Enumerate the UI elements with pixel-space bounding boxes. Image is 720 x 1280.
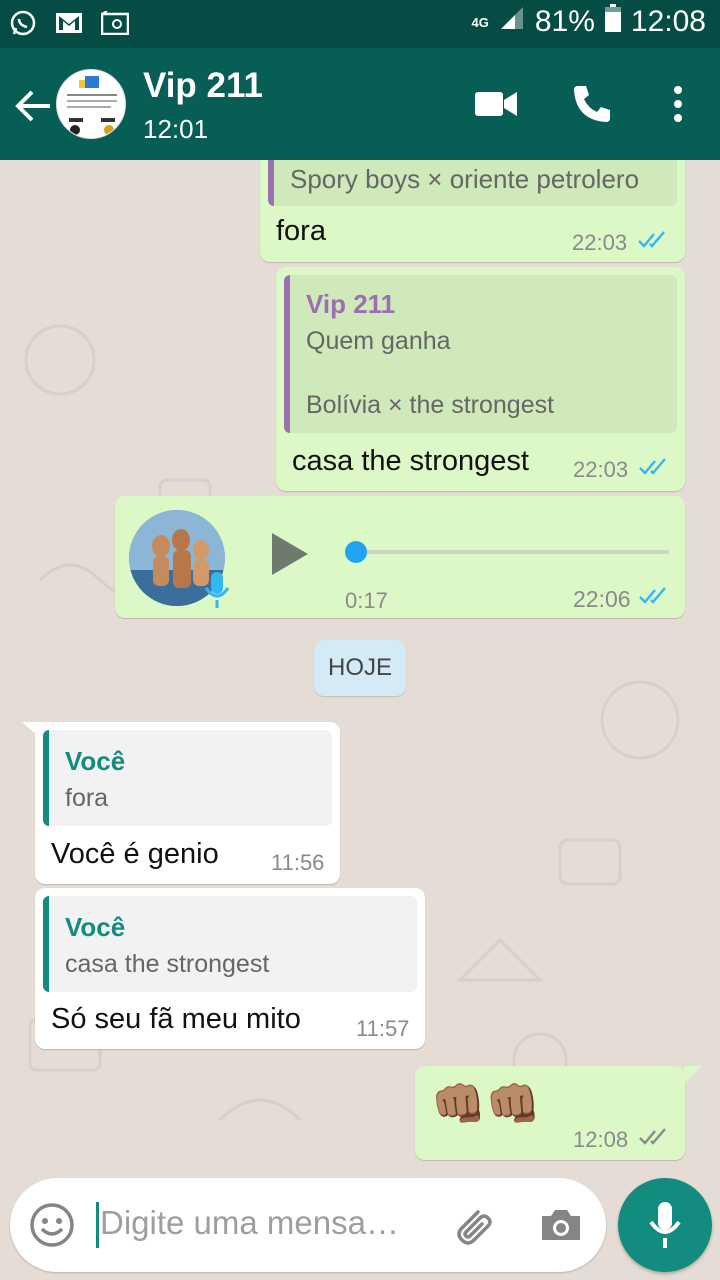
battery-percent: 81% [534, 5, 595, 38]
read-receipt-icon [639, 587, 666, 604]
message-text: Só seu fã meu mito [51, 1003, 301, 1035]
last-seen: 12:01 [143, 114, 209, 144]
quoted-text: Spory boys × oriente petrolero [290, 164, 640, 194]
quoted-message[interactable]: Você casa the strongest [43, 896, 417, 992]
message-time: 22:03 [572, 230, 628, 255]
more-options-icon[interactable] [656, 82, 700, 126]
message-list[interactable]: Spory boys × oriente petrolero fora 22:0… [0, 160, 720, 1170]
date-divider: HOJE [314, 640, 406, 696]
outgoing-message[interactable]: Vip 211 Quem ganha Bolívia × the stronge… [276, 267, 685, 491]
camera-icon[interactable] [536, 1200, 586, 1250]
quoted-text: fora [65, 784, 109, 812]
microphone-icon [649, 1202, 681, 1248]
message-time: 22:03 [573, 457, 629, 482]
incoming-message[interactable]: Você casa the strongest Só seu fã meu mi… [35, 888, 425, 1049]
status-bar: 4G 81% 12:08 [0, 0, 720, 48]
read-receipt-icon [639, 458, 666, 475]
quoted-message[interactable]: Você fora [43, 730, 332, 826]
incoming-message[interactable]: Você fora Você é genio 11:56 [35, 722, 340, 884]
message-input[interactable]: Digite uma mensa… [100, 1204, 399, 1242]
email-icon [100, 8, 130, 38]
paperclip-icon[interactable] [448, 1200, 498, 1250]
voice-message[interactable]: 0:17 22:06 [115, 496, 685, 618]
message-text: Você é genio [51, 838, 219, 870]
message-composer: Digite uma mensa… [10, 1178, 606, 1272]
voice-record-button[interactable] [618, 1178, 712, 1272]
quoted-text: casa the strongest [65, 950, 270, 978]
whatsapp-notification-icon [8, 8, 38, 38]
delivered-receipt-icon [639, 1128, 666, 1145]
message-time: 22:06 [573, 586, 631, 612]
text-cursor [96, 1202, 99, 1248]
microphone-icon [204, 572, 230, 608]
audio-duration: 0:17 [345, 588, 388, 613]
gmail-icon [54, 8, 84, 38]
audio-progress-track[interactable] [351, 550, 669, 554]
quoted-author: Vip 211 [306, 289, 396, 319]
message-time: 12:08 [573, 1127, 629, 1152]
battery-icon [604, 4, 621, 40]
quoted-author: Você [65, 912, 126, 942]
outgoing-message[interactable]: 👊🏽👊🏽 12:08 [415, 1066, 685, 1160]
quoted-message[interactable]: Vip 211 Quem ganha Bolívia × the stronge… [284, 275, 677, 433]
back-arrow-icon[interactable] [14, 86, 54, 126]
bubble-tail [684, 1066, 702, 1084]
contact-avatar[interactable] [56, 69, 126, 139]
network-type: 4G [471, 14, 489, 30]
signal-icon [499, 5, 525, 39]
read-receipt-icon [638, 231, 665, 248]
contact-name[interactable]: Vip 211 [143, 66, 263, 106]
message-text: casa the strongest [292, 445, 529, 477]
emoji-icon[interactable] [28, 1201, 76, 1249]
phone-call-icon[interactable] [570, 82, 614, 126]
outgoing-message[interactable]: Spory boys × oriente petrolero fora 22:0… [260, 160, 685, 262]
clock: 12:08 [630, 5, 706, 38]
audio-scrubber-handle[interactable] [345, 541, 367, 563]
chat-header: Vip 211 12:01 [0, 48, 720, 160]
quoted-text-line2: Bolívia × the strongest [306, 391, 555, 419]
play-icon[interactable] [268, 529, 312, 579]
quoted-author: Você [65, 746, 126, 776]
quoted-message[interactable]: Spory boys × oriente petrolero [268, 160, 677, 206]
message-text: fora [276, 215, 326, 247]
video-call-icon[interactable] [474, 82, 518, 126]
message-time: 11:56 [271, 850, 325, 875]
emoji-message: 👊🏽👊🏽 [431, 1080, 541, 1129]
message-time: 11:57 [356, 1016, 410, 1041]
quoted-text-line1: Quem ganha [306, 327, 451, 355]
